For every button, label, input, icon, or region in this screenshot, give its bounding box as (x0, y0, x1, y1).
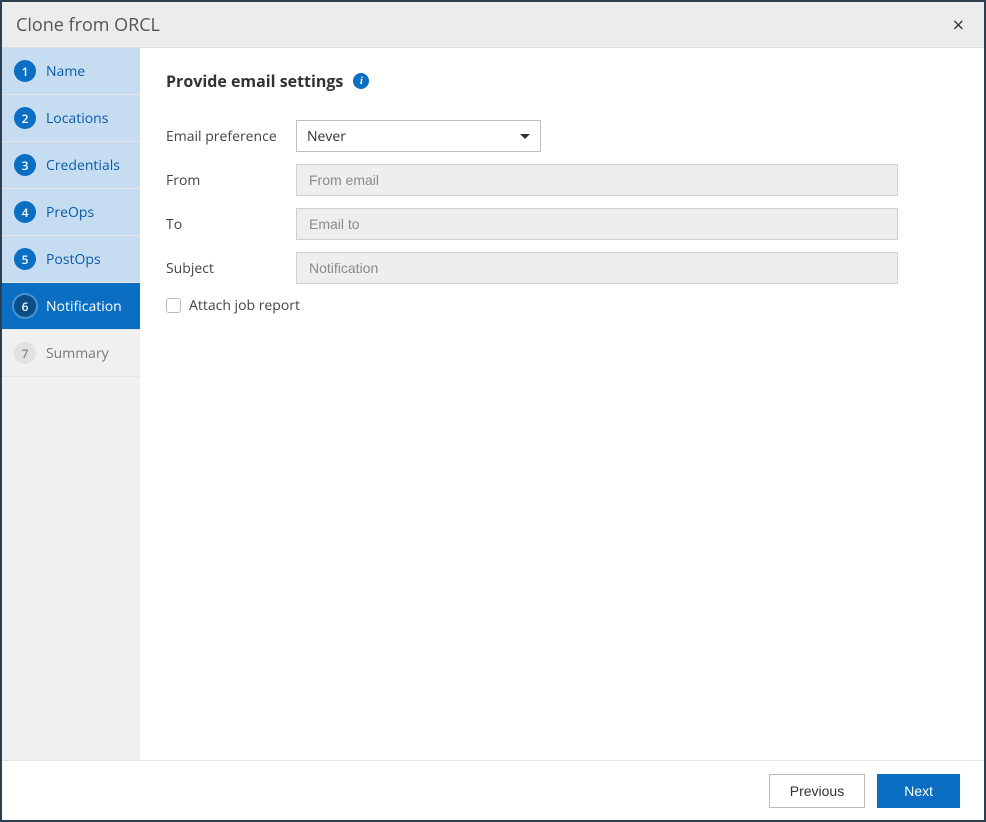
attach-report-label: Attach job report (189, 296, 300, 315)
previous-button[interactable]: Previous (769, 774, 865, 808)
step-label: Summary (46, 344, 109, 363)
label-subject: Subject (166, 259, 296, 278)
step-number-badge: 5 (14, 248, 36, 270)
step-number-badge: 1 (14, 60, 36, 82)
row-attach-report: Attach job report (166, 296, 958, 315)
dialog-body: 1 Name 2 Locations 3 Credentials 4 PreOps 5 PostO… (2, 48, 984, 760)
step-label: PreOps (46, 203, 94, 222)
step-notification[interactable]: 6 Notification (2, 283, 140, 330)
close-icon[interactable]: × (947, 13, 970, 37)
next-button[interactable]: Next (877, 774, 960, 808)
heading-text: Provide email settings (166, 70, 343, 92)
step-name[interactable]: 1 Name (2, 48, 140, 95)
label-email-preference: Email preference (166, 127, 296, 146)
step-number-badge: 7 (14, 342, 36, 364)
step-number-badge: 3 (14, 154, 36, 176)
subject-input[interactable] (296, 252, 898, 284)
step-number-badge: 2 (14, 107, 36, 129)
from-input[interactable] (296, 164, 898, 196)
step-label: Locations (46, 109, 108, 128)
email-preference-value: Never (307, 127, 346, 146)
page-heading: Provide email settings i (166, 70, 369, 92)
row-email-preference: Email preference Never (166, 120, 958, 152)
email-preference-select[interactable]: Never (296, 120, 541, 152)
label-to: To (166, 215, 296, 234)
title-bar: Clone from ORCL × (2, 2, 984, 48)
label-from: From (166, 171, 296, 190)
step-number-badge: 4 (14, 201, 36, 223)
step-label: Credentials (46, 156, 120, 175)
step-credentials[interactable]: 3 Credentials (2, 142, 140, 189)
step-number-badge: 6 (14, 295, 36, 317)
step-label: Notification (46, 297, 122, 316)
step-summary: 7 Summary (2, 330, 140, 377)
row-to: To (166, 208, 958, 240)
row-from: From (166, 164, 958, 196)
to-input[interactable] (296, 208, 898, 240)
step-postops[interactable]: 5 PostOps (2, 236, 140, 283)
attach-report-checkbox[interactable] (166, 298, 181, 313)
step-locations[interactable]: 2 Locations (2, 95, 140, 142)
info-icon[interactable]: i (353, 73, 369, 89)
content-panel: Provide email settings i Email preferenc… (140, 48, 984, 760)
step-label: PostOps (46, 250, 101, 269)
step-label: Name (46, 62, 85, 81)
email-settings-form: Email preference Never From To (166, 120, 958, 315)
row-subject: Subject (166, 252, 958, 284)
wizard-steps-sidebar: 1 Name 2 Locations 3 Credentials 4 PreOps 5 PostO… (2, 48, 140, 760)
dialog-footer: Previous Next (2, 760, 984, 820)
dialog-title: Clone from ORCL (16, 13, 947, 37)
step-preops[interactable]: 4 PreOps (2, 189, 140, 236)
chevron-down-icon (520, 134, 530, 139)
clone-wizard-dialog: Clone from ORCL × 1 Name 2 Locations 3 Creden… (0, 0, 986, 822)
